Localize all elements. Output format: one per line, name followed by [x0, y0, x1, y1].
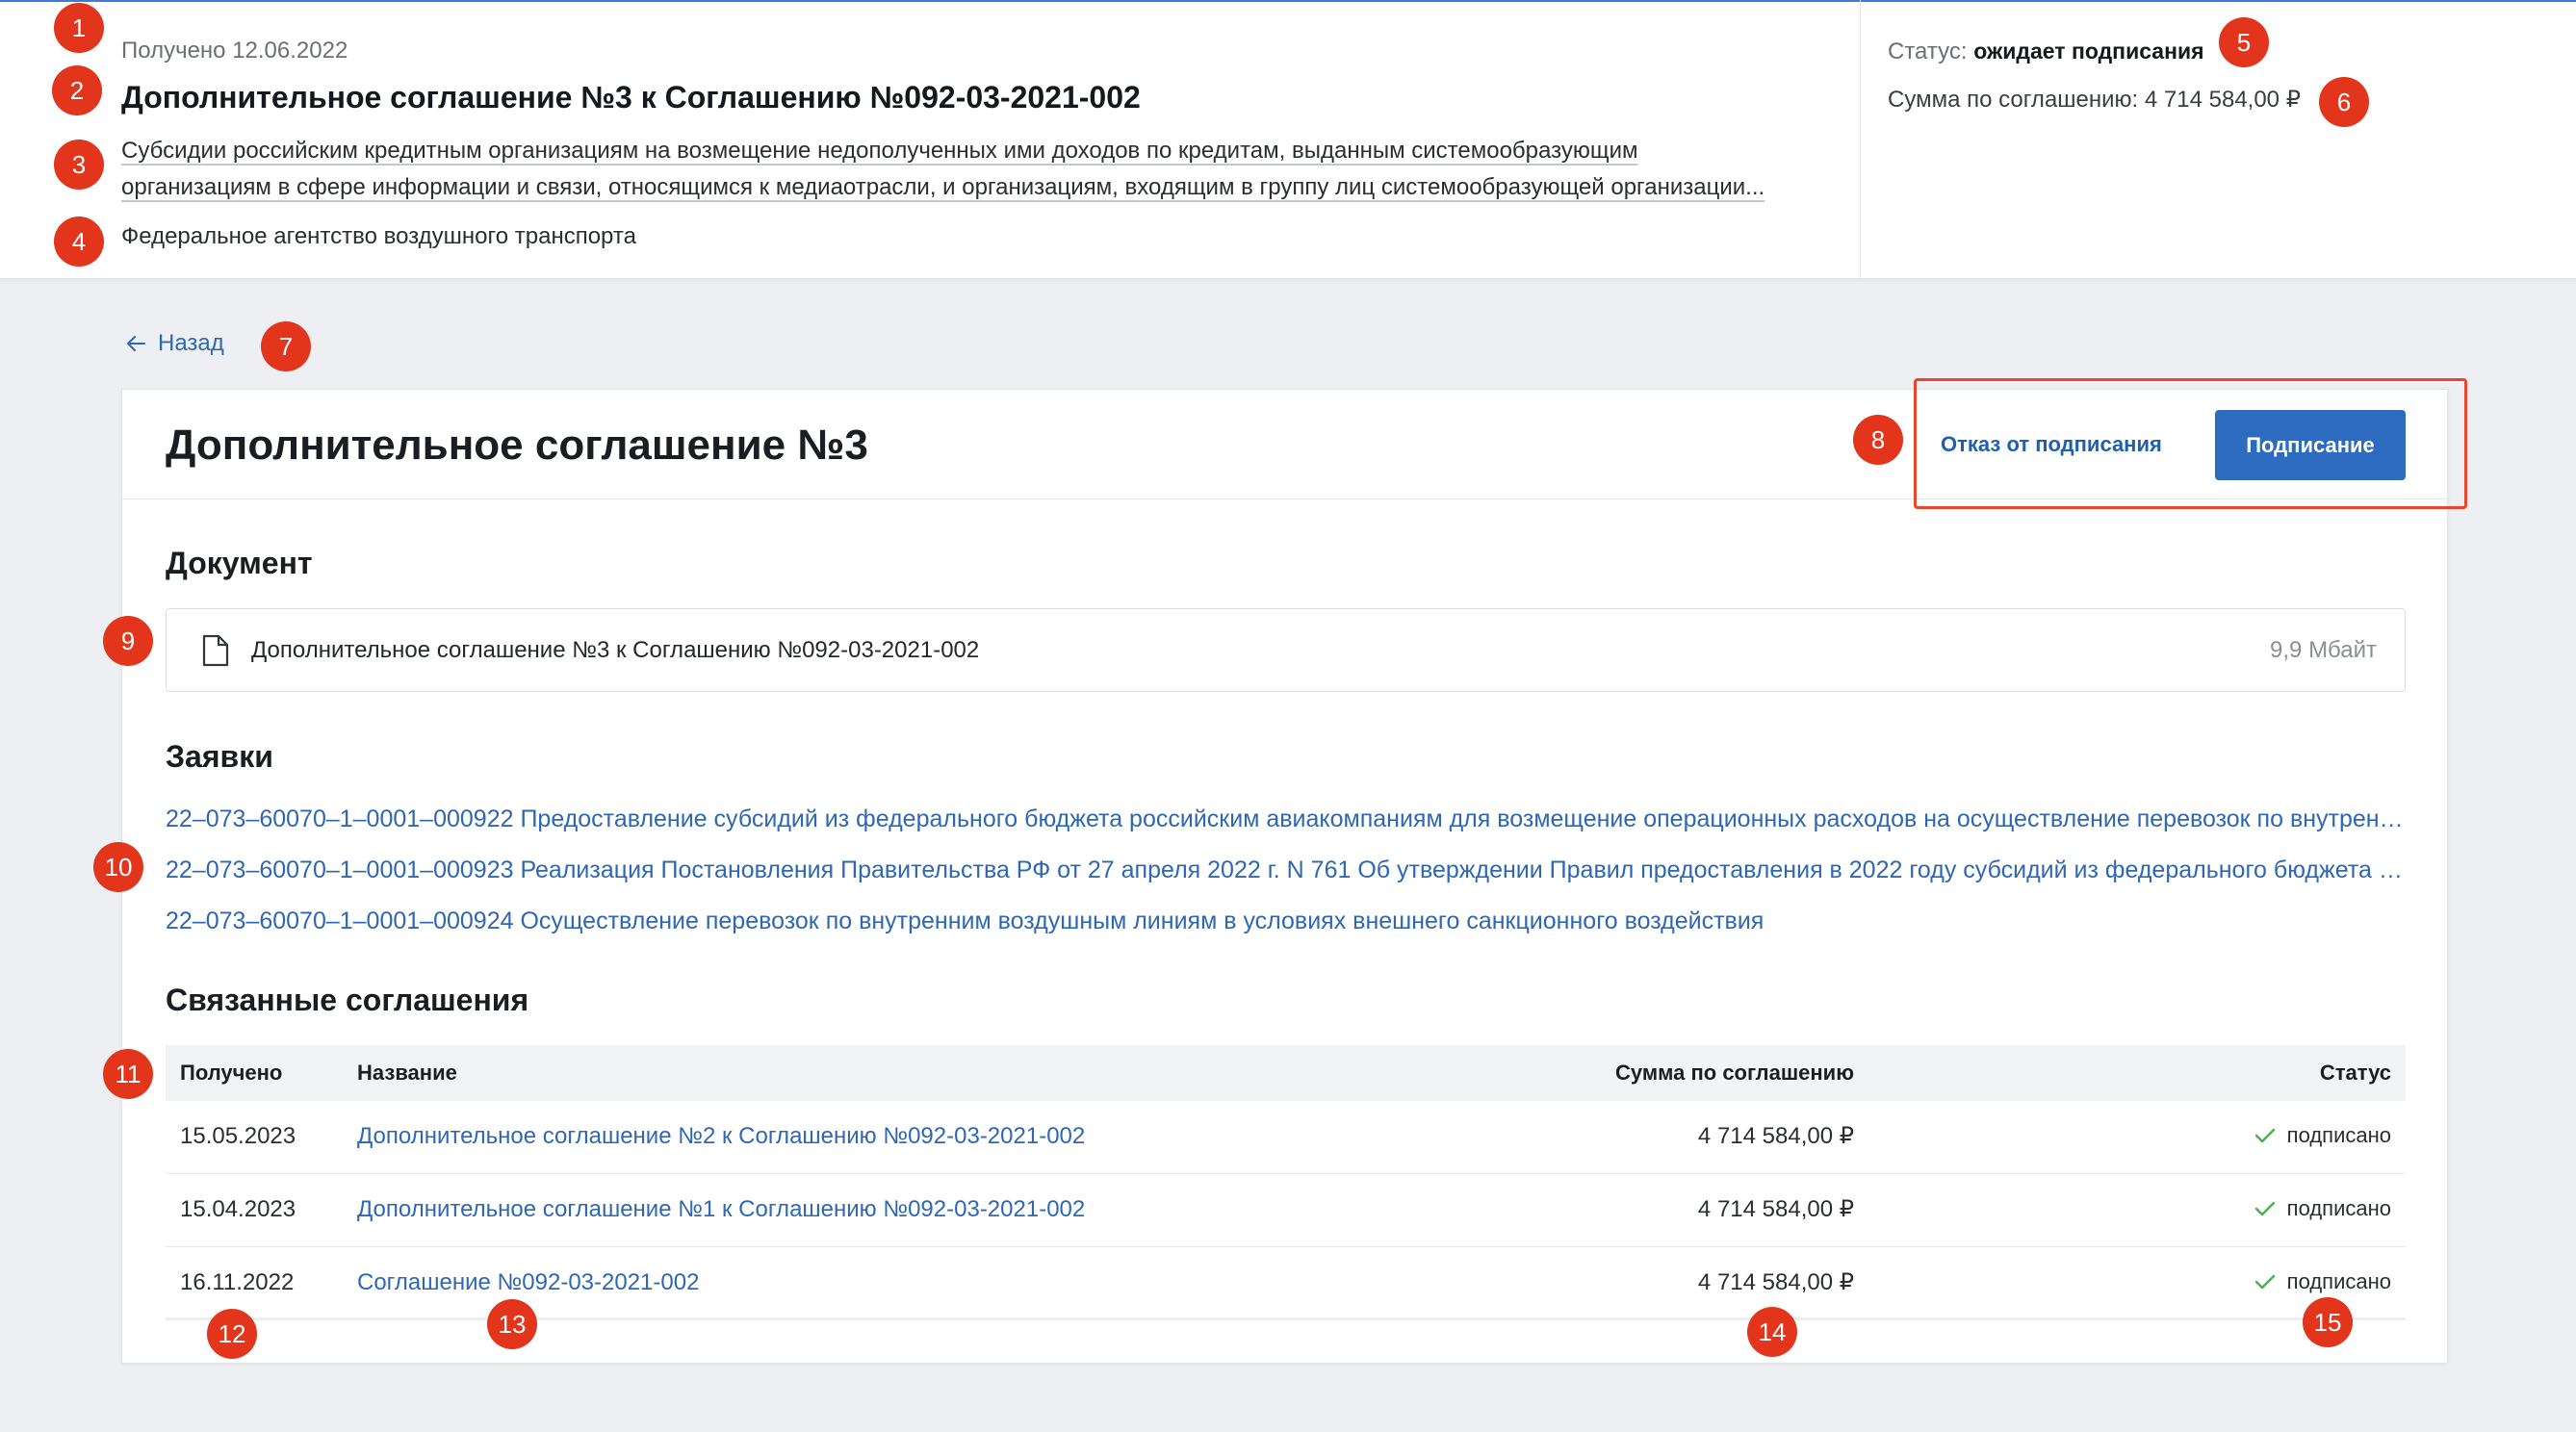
row-amount: 4 714 584,00 ₽ — [1697, 1123, 1854, 1149]
document-heading: Документ — [166, 546, 313, 580]
check-icon — [2254, 1274, 2275, 1290]
annotation-badge-14: 14 — [1747, 1307, 1797, 1357]
status-line: Статус: ожидает подписания — [1888, 36, 2204, 67]
table-row: 15.04.2023 Дополнительное соглашение №1 … — [166, 1174, 2406, 1247]
agency-name: Федеральное агентство воздушного транспо… — [121, 223, 636, 249]
description-line-2: организациям в сфере информации и связи,… — [121, 174, 1765, 200]
application-link[interactable]: 22–073–60070–1–0001–000923 Реализация По… — [166, 853, 2406, 887]
card-title: Дополнительное соглашение №3 — [166, 422, 868, 469]
annotation-badge-10: 10 — [93, 842, 143, 892]
file-icon — [202, 634, 229, 667]
related-agreements-heading: Связанные соглашения — [166, 983, 529, 1017]
header-divider — [1860, 0, 1861, 279]
row-status: подписано — [2254, 1174, 2391, 1243]
applications-heading: Заявки — [166, 739, 273, 774]
row-agreement-link[interactable]: Дополнительное соглашение №1 к Соглашени… — [357, 1174, 1085, 1245]
annotation-badge-7: 7 — [261, 321, 311, 371]
annotation-badge-12: 12 — [207, 1309, 257, 1359]
document-name: Дополнительное соглашение №3 к Соглашени… — [251, 637, 980, 663]
row-received-date: 16.11.2022 — [180, 1269, 295, 1295]
row-amount: 4 714 584,00 ₽ — [1697, 1196, 1854, 1222]
top-accent-line — [0, 0, 2576, 2]
annotation-badge-13: 13 — [487, 1299, 537, 1349]
column-header-amount: Сумма по соглашению — [1615, 1061, 1854, 1085]
agreement-header: Получено 12.06.2022 Дополнительное согла… — [0, 0, 2576, 279]
row-status-label: подписано — [2286, 1123, 2391, 1147]
back-link[interactable]: Назад — [125, 328, 224, 359]
annotation-badge-5: 5 — [2219, 17, 2269, 67]
application-link[interactable]: 22–073–60070–1–0001–000922 Предоставлени… — [166, 802, 2406, 836]
annotation-badge-4: 4 — [54, 217, 104, 267]
agreement-amount: Сумма по соглашению: 4 714 584,00 ₽ — [1888, 85, 2301, 115]
table-row: 15.05.2023 Дополнительное соглашение №2 … — [166, 1101, 2406, 1174]
document-file-row[interactable]: Дополнительное соглашение №3 к Соглашени… — [166, 608, 2406, 692]
annotation-badge-11: 11 — [103, 1049, 153, 1099]
annotation-badge-3: 3 — [54, 140, 104, 190]
annotation-badge-8: 8 — [1853, 415, 1903, 465]
agreement-card: Дополнительное соглашение №3 Отказ от по… — [121, 389, 2448, 1364]
status-label: Статус: — [1888, 38, 1968, 64]
status-value: ожидает подписания — [1973, 38, 2204, 64]
annotation-badge-15: 15 — [2303, 1297, 2353, 1347]
column-header-name: Название — [357, 1061, 457, 1085]
row-status: подписано — [2254, 1101, 2391, 1170]
check-icon — [2254, 1128, 2275, 1143]
row-status-label: подписано — [2286, 1196, 2391, 1220]
row-status-label: подписано — [2286, 1269, 2391, 1293]
table-header: Получено Название Сумма по соглашению Ст… — [166, 1045, 2406, 1101]
amount-value: 4 714 584,00 ₽ — [2144, 87, 2301, 113]
agreement-description: Субсидии российским кредитным организаци… — [121, 133, 1765, 206]
annotation-badge-2: 2 — [52, 65, 102, 115]
application-link[interactable]: 22–073–60070–1–0001–000924 Осуществление… — [166, 904, 2406, 938]
description-line-1: Субсидии российским кредитным организаци… — [121, 138, 1638, 164]
annotation-highlight-box — [1914, 378, 2467, 509]
column-header-received: Получено — [180, 1061, 283, 1085]
row-agreement-link[interactable]: Дополнительное соглашение №2 к Соглашени… — [357, 1101, 1085, 1172]
received-date: Получено 12.06.2022 — [121, 38, 348, 64]
agreement-title: Дополнительное соглашение №3 к Соглашени… — [121, 80, 1141, 115]
back-link-label: Назад — [158, 330, 224, 356]
row-received-date: 15.05.2023 — [180, 1123, 296, 1149]
annotation-badge-1: 1 — [54, 3, 104, 53]
annotation-badge-9: 9 — [103, 616, 153, 666]
document-size: 9,9 Мбайт — [2270, 637, 2377, 663]
related-agreements-table: Получено Название Сумма по соглашению Ст… — [166, 1045, 2406, 1324]
amount-label: Сумма по соглашению: — [1888, 87, 2139, 113]
arrow-left-icon — [127, 336, 145, 351]
row-received-date: 15.04.2023 — [180, 1196, 296, 1222]
annotation-badge-6: 6 — [2319, 77, 2369, 127]
check-icon — [2254, 1201, 2275, 1216]
column-header-status: Статус — [2319, 1061, 2391, 1085]
